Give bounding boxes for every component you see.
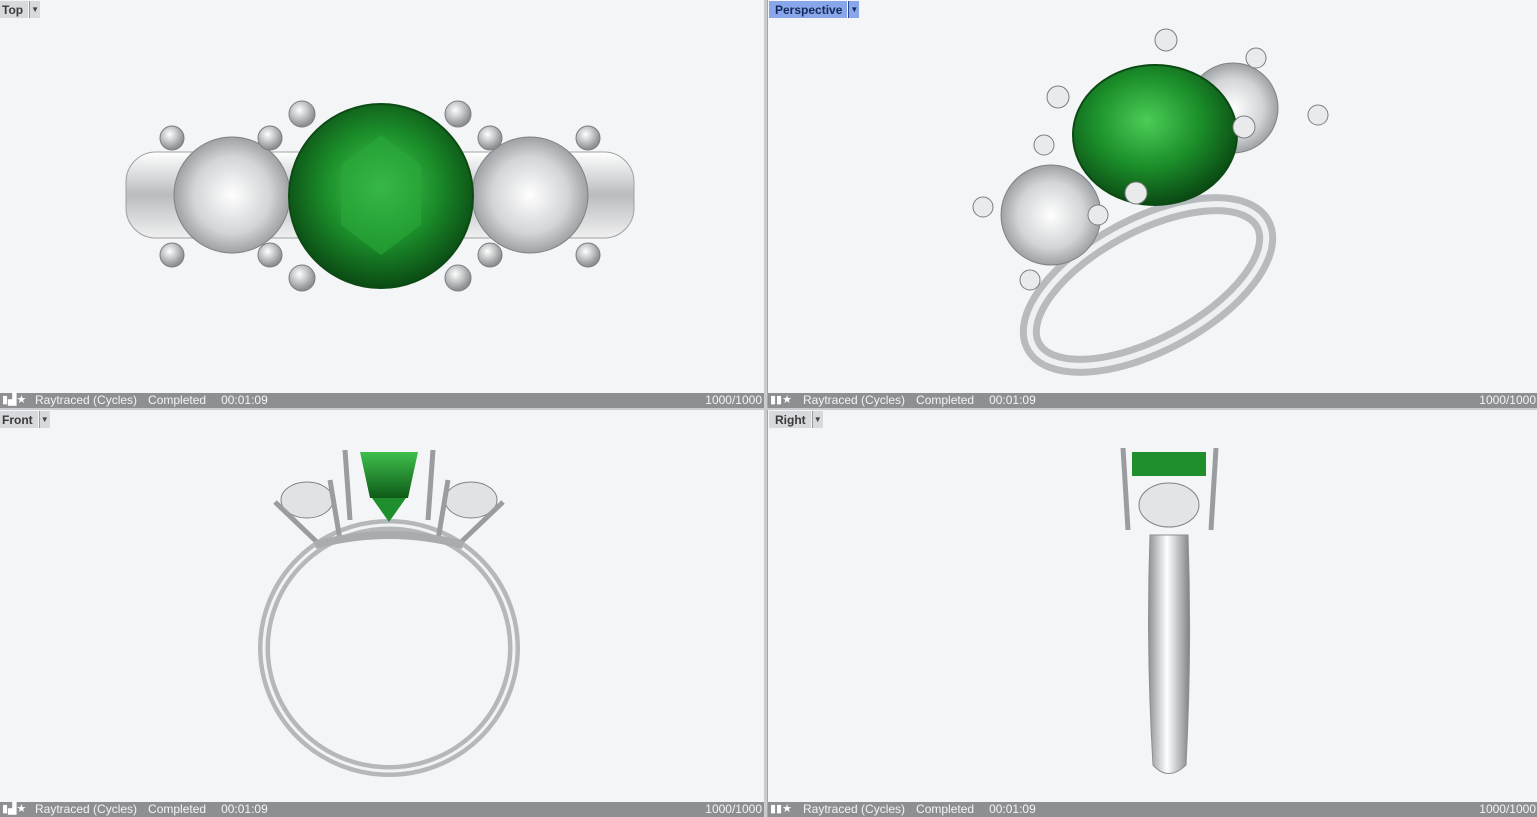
render-status-icon[interactable]: ▮▮★ — [768, 393, 802, 408]
render-status-icon[interactable]: ▮▟★ — [0, 393, 34, 408]
viewport-statusbar: ▮▮★ Raytraced (Cycles) Completed 00:01:0… — [768, 393, 1537, 408]
chevron-down-icon[interactable]: ▼ — [811, 411, 823, 428]
status-state: Completed — [916, 393, 975, 407]
status-renderer: Raytraced (Cycles) — [803, 802, 906, 816]
render-front-view — [258, 449, 520, 777]
status-renderer: Raytraced (Cycles) — [35, 802, 138, 816]
viewport-top[interactable]: Top ▼ ▮▟★ Raytraced (Cycles) Completed 0… — [0, 0, 764, 408]
render-perspective-view — [972, 28, 1329, 376]
render-right-view — [1120, 447, 1219, 774]
chevron-down-icon[interactable]: ▼ — [848, 1, 860, 18]
viewport-tab-top[interactable]: Top ▼ — [0, 1, 41, 18]
viewport-tab-right[interactable]: Right ▼ — [769, 411, 823, 428]
viewport-tab-label[interactable]: Perspective — [769, 1, 848, 18]
render-status-icon[interactable]: ▮▮★ — [768, 802, 802, 817]
status-time: 00:01:09 — [989, 802, 1036, 816]
viewport-right[interactable]: Right ▼ ▮▮★ Raytraced (Cycles) Completed… — [767, 410, 1537, 817]
viewport-tab-label[interactable]: Front — [0, 411, 38, 428]
chevron-down-icon[interactable]: ▼ — [38, 411, 50, 428]
viewport-statusbar: ▮▮★ Raytraced (Cycles) Completed 00:01:0… — [768, 802, 1537, 817]
status-time: 00:01:09 — [221, 802, 268, 816]
status-state: Completed — [148, 802, 207, 816]
status-progress: 1000/1000 — [705, 802, 762, 816]
viewport-front[interactable]: Front ▼ ▮▟★ Raytraced (Cycles) Completed… — [0, 410, 764, 817]
status-time: 00:01:09 — [989, 393, 1036, 407]
status-state: Completed — [148, 393, 207, 407]
render-top-view — [125, 100, 635, 292]
status-progress: 1000/1000 — [705, 393, 762, 407]
viewport-tab-front[interactable]: Front ▼ — [0, 411, 50, 428]
render-status-icon[interactable]: ▮▟★ — [0, 802, 34, 817]
viewport-grid: Top ▼ ▮▟★ Raytraced (Cycles) Completed 0… — [0, 0, 1537, 817]
viewport-tab-label[interactable]: Right — [769, 411, 811, 428]
viewport-statusbar: ▮▟★ Raytraced (Cycles) Completed 00:01:0… — [0, 802, 764, 817]
status-progress: 1000/1000 — [1479, 393, 1536, 407]
status-time: 00:01:09 — [221, 393, 268, 407]
chevron-down-icon[interactable]: ▼ — [29, 1, 41, 18]
viewport-tab-label[interactable]: Top — [0, 1, 29, 18]
viewport-tab-perspective[interactable]: Perspective ▼ — [769, 1, 860, 18]
viewport-statusbar: ▮▟★ Raytraced (Cycles) Completed 00:01:0… — [0, 393, 764, 408]
status-progress: 1000/1000 — [1479, 802, 1536, 816]
status-renderer: Raytraced (Cycles) — [803, 393, 906, 407]
viewport-perspective[interactable]: Perspective ▼ ▮▮★ Raytraced (Cycles) Com… — [767, 0, 1537, 408]
status-state: Completed — [916, 802, 975, 816]
status-renderer: Raytraced (Cycles) — [35, 393, 138, 407]
